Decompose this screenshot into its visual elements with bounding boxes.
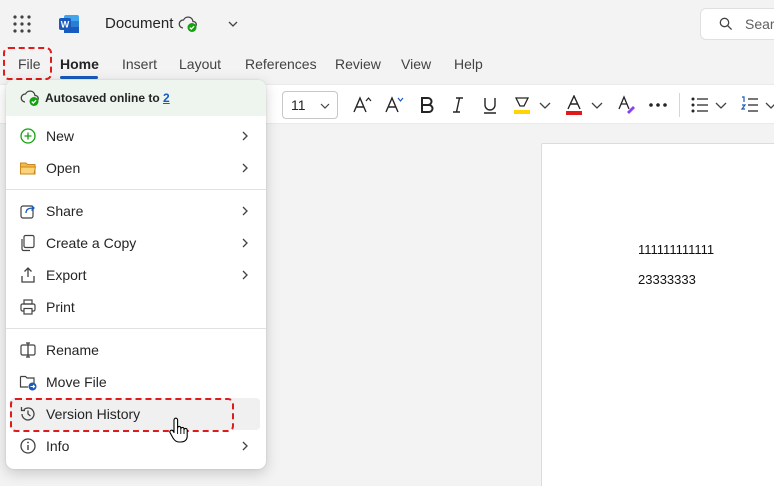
chevron-right-icon xyxy=(242,206,248,216)
move-file-icon xyxy=(19,375,37,391)
chevron-right-icon xyxy=(242,238,248,248)
chevron-down-icon[interactable] xyxy=(590,95,604,115)
cloud-check-icon[interactable] xyxy=(178,15,198,33)
search-box[interactable]: Search xyxy=(700,8,774,40)
underline-icon[interactable] xyxy=(480,95,500,115)
cloud-check-icon xyxy=(20,90,39,106)
highlight-icon[interactable] xyxy=(512,95,532,115)
menu-item-label: New xyxy=(46,128,75,144)
chevron-down-icon[interactable] xyxy=(714,95,728,115)
chevron-down-icon[interactable] xyxy=(226,17,240,31)
menu-item-label: Info xyxy=(46,438,70,454)
tab-help[interactable]: Help xyxy=(454,56,483,72)
ribbon-tabs: File Home Insert Layout References Revie… xyxy=(0,48,774,80)
rename-icon xyxy=(20,342,36,358)
app-launcher-icon[interactable] xyxy=(12,14,32,34)
menu-item-export[interactable]: Export xyxy=(6,259,266,291)
active-tab-indicator xyxy=(60,76,98,79)
chevron-down-icon[interactable] xyxy=(764,95,774,115)
menu-item-move-file[interactable]: Move File xyxy=(6,366,266,398)
italic-icon[interactable] xyxy=(448,95,468,115)
chevron-right-icon xyxy=(242,163,248,173)
menu-item-rename[interactable]: Rename xyxy=(6,334,266,366)
chevron-down-icon[interactable] xyxy=(538,95,552,115)
word-logo-icon[interactable]: W xyxy=(58,13,80,35)
title-bar: W Document Search xyxy=(0,0,774,48)
menu-item-label: Share xyxy=(46,203,84,219)
autosave-banner: Autosaved online to 2 xyxy=(6,80,266,116)
menu-item-new[interactable]: New xyxy=(6,120,266,152)
menu-item-share[interactable]: Share xyxy=(6,195,266,227)
folder-icon xyxy=(20,162,37,175)
chevron-right-icon xyxy=(242,131,248,141)
export-icon xyxy=(21,267,35,283)
tab-references[interactable]: References xyxy=(245,56,317,72)
chevron-right-icon xyxy=(242,441,248,451)
menu-item-print[interactable]: Print xyxy=(6,291,266,323)
menu-item-info[interactable]: Info xyxy=(6,430,266,462)
menu-item-label: Open xyxy=(46,160,81,176)
search-placeholder: Search xyxy=(745,16,774,32)
tab-view[interactable]: View xyxy=(401,56,431,72)
bullets-icon[interactable] xyxy=(690,95,710,115)
menu-item-label: Create a Copy xyxy=(46,235,137,251)
bold-icon[interactable] xyxy=(417,95,437,115)
tab-layout[interactable]: Layout xyxy=(179,56,221,72)
search-icon xyxy=(719,17,733,31)
menu-item-label: Print xyxy=(46,299,75,315)
tab-home[interactable]: Home xyxy=(60,56,99,72)
version-history-highlight xyxy=(10,398,234,432)
document-text-line[interactable]: 23333333 xyxy=(638,272,696,287)
numbering-icon[interactable] xyxy=(740,95,760,115)
menu-item-label: Export xyxy=(46,267,87,283)
menu-divider xyxy=(6,189,266,190)
tab-insert[interactable]: Insert xyxy=(122,56,157,72)
chevron-right-icon xyxy=(242,270,248,280)
document-page[interactable]: 111111111111 23333333 xyxy=(541,143,774,486)
font-size-value: 11 xyxy=(291,97,306,113)
file-tab-highlight xyxy=(3,47,52,80)
share-icon xyxy=(20,205,35,219)
font-color-icon[interactable] xyxy=(564,95,584,115)
info-icon xyxy=(20,438,36,454)
font-size-select[interactable]: 11 xyxy=(282,91,338,119)
hand-cursor-icon xyxy=(169,417,188,443)
printer-icon xyxy=(20,299,36,315)
chevron-down-icon xyxy=(320,103,330,109)
menu-item-open[interactable]: Open xyxy=(6,152,266,184)
grow-font-icon[interactable] xyxy=(352,95,372,115)
document-title[interactable]: Document xyxy=(105,15,173,32)
autosave-status-text: Autosaved online to 2 xyxy=(45,91,170,105)
plus-circle-icon xyxy=(20,128,36,144)
styles-icon[interactable] xyxy=(617,95,637,115)
menu-item-label: Move File xyxy=(46,374,107,390)
shrink-font-icon[interactable] xyxy=(384,95,404,115)
menu-divider xyxy=(6,328,266,329)
document-text-line[interactable]: 111111111111 xyxy=(638,242,714,257)
more-options-icon[interactable] xyxy=(648,95,668,115)
svg-text:W: W xyxy=(61,20,70,30)
tab-review[interactable]: Review xyxy=(335,56,381,72)
menu-item-label: Rename xyxy=(46,342,99,358)
menu-item-create-copy[interactable]: Create a Copy xyxy=(6,227,266,259)
toolbar-divider xyxy=(679,93,680,117)
copy-icon xyxy=(21,234,35,252)
autosave-location-link[interactable]: 2 xyxy=(163,91,170,105)
